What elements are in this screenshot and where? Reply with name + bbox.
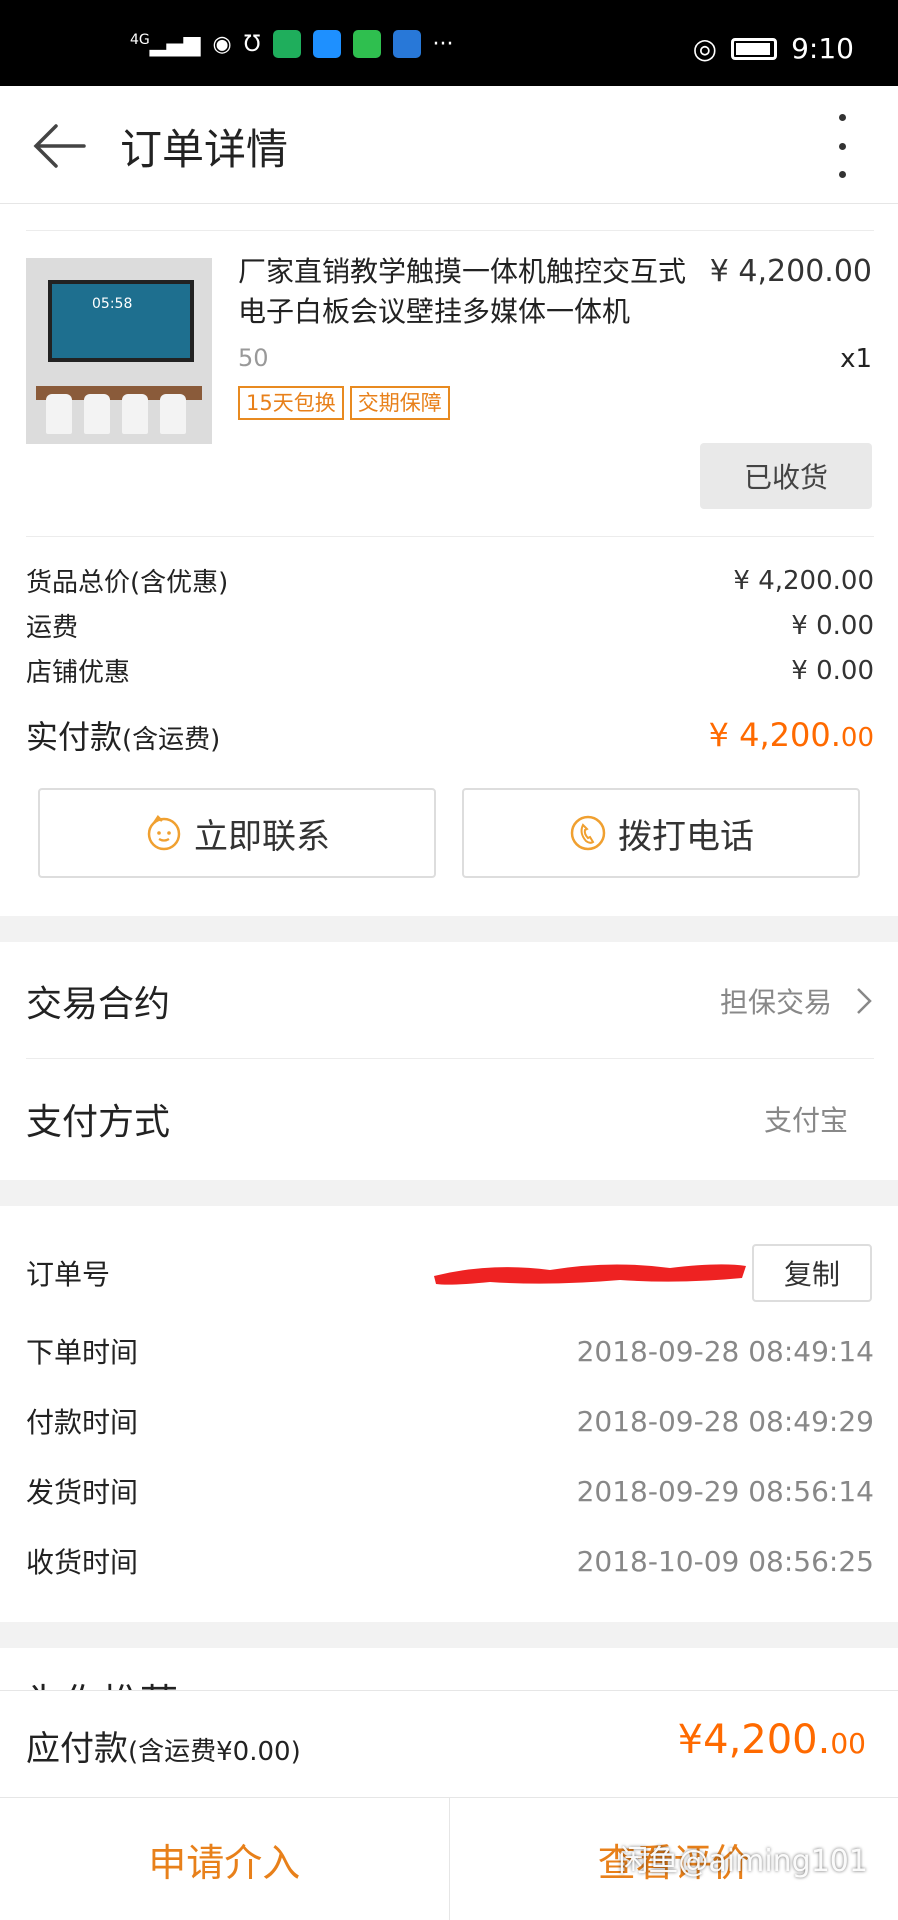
divider: [26, 230, 874, 231]
more-vertical-icon[interactable]: [836, 114, 848, 178]
app-notification-icon: [392, 30, 421, 58]
section-gap: [0, 916, 898, 942]
page-title: 订单详情: [120, 125, 289, 174]
notification-icon: Ʊ: [243, 31, 261, 57]
amount-due-bar: 应付款(含运费¥0.00) ¥4,200.00: [0, 1690, 898, 1798]
network-label: 4G▂▄▆: [130, 31, 201, 57]
product-thumbnail[interactable]: 05:58: [26, 258, 212, 444]
product-quantity: x1: [840, 344, 872, 374]
status-bar: 4G▂▄▆ ◉ Ʊ ··· ◎ 9:10: [0, 0, 898, 86]
arrow-left-icon[interactable]: [28, 116, 88, 176]
app-notification-icon: [352, 30, 381, 58]
received-time-row: 收货时间 2018-10-09 08:56:25: [26, 1544, 874, 1580]
more-notifications: ···: [432, 31, 454, 57]
shop-discount-row: 店铺优惠 ¥ 0.00: [26, 655, 874, 689]
chevron-right-icon: [857, 988, 872, 1014]
redaction-mark: [434, 1264, 746, 1285]
recommend-title: 为你推荐: [26, 1672, 178, 1690]
telegram-icon: [312, 30, 341, 58]
tag-delivery-guarantee: 交期保障: [349, 386, 450, 420]
call-phone-button[interactable]: 拨打电话: [462, 788, 860, 878]
apply-intervention-button[interactable]: 申请介入: [0, 1798, 449, 1920]
goods-total-row: 货品总价(含优惠) ¥ 4,200.00: [26, 565, 874, 599]
clock: 9:10: [791, 32, 854, 65]
product-name[interactable]: 厂家直销教学触摸一体机触控交互式电子白板会议壁挂多媒体一体机: [238, 252, 688, 332]
shipping-row: 运费 ¥ 0.00: [26, 610, 874, 644]
shipping-time-row: 发货时间 2018-09-29 08:56:14: [26, 1474, 874, 1510]
payment-time-row: 付款时间 2018-09-28 08:49:29: [26, 1404, 874, 1440]
section-gap: [0, 1180, 898, 1206]
trade-contract-row[interactable]: 交易合约 担保交易: [26, 942, 874, 1060]
tag-exchange: 15天包换: [238, 386, 344, 420]
phone-icon: [570, 815, 606, 851]
product-price: ¥ 4,200.00: [709, 254, 872, 289]
battery-icon: [731, 37, 778, 60]
service-tags: 15天包换 交期保障: [238, 386, 450, 420]
copy-button[interactable]: 复制: [752, 1244, 872, 1302]
product-sku: 50: [238, 344, 269, 372]
section-gap: [0, 1622, 898, 1648]
eye-comfort-icon: ◎: [692, 32, 718, 65]
top-nav-bar: 订单详情: [0, 86, 898, 204]
contact-seller-button[interactable]: 立即联系: [38, 788, 436, 878]
paid-total-row: 实付款(含运费) ¥ 4,200.00: [26, 716, 874, 756]
received-button[interactable]: 已收货: [700, 443, 872, 509]
wifi-icon: ◉: [212, 31, 232, 57]
status-icons: 4G▂▄▆ ◉ Ʊ ···: [130, 30, 454, 58]
order-time-row: 下单时间 2018-09-28 08:49:14: [26, 1334, 874, 1370]
status-right: ◎ 9:10: [693, 32, 854, 65]
app-notification-icon: [272, 30, 301, 58]
watermark: 闲鱼@aiming101: [618, 1844, 868, 1879]
divider: [26, 536, 874, 537]
chat-icon: [147, 815, 181, 851]
payment-method-row: 支付方式 支付宝: [26, 1102, 848, 1143]
thumb-screen: 05:58: [48, 280, 194, 362]
divider: [26, 1058, 874, 1059]
